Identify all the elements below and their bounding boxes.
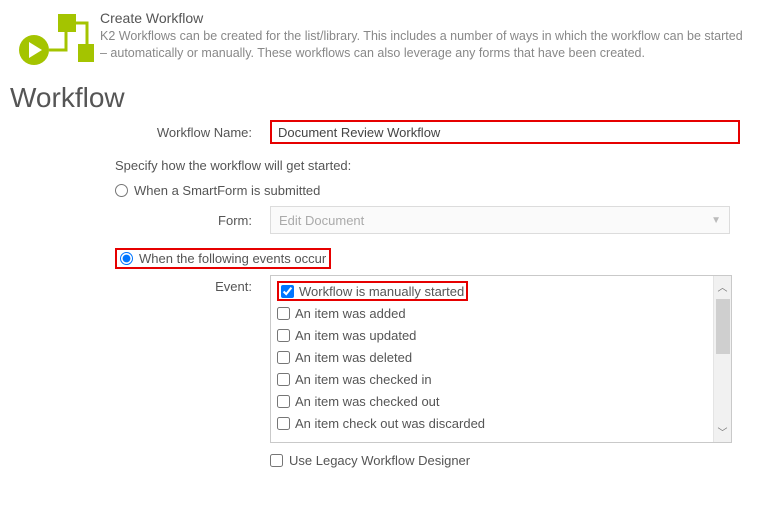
events-listbox: Workflow is manually started An item was … bbox=[270, 275, 732, 443]
specify-label: Specify how the workflow will get starte… bbox=[115, 158, 742, 173]
chevron-down-icon: ▼ bbox=[711, 215, 721, 226]
radio-smartform[interactable] bbox=[115, 184, 128, 197]
event-item-label: An item was checked in bbox=[295, 372, 432, 387]
radio-events-label: When the following events occur bbox=[139, 251, 326, 266]
event-item-label: An item check out was discarded bbox=[295, 416, 485, 431]
workflow-name-input[interactable] bbox=[270, 120, 740, 144]
form-dropdown-value: Edit Document bbox=[279, 213, 364, 228]
event-checkbox[interactable] bbox=[277, 395, 290, 408]
event-item-label: An item was updated bbox=[295, 328, 416, 343]
event-item[interactable]: An item was checked out bbox=[277, 390, 707, 412]
event-item-label: An item was deleted bbox=[295, 350, 412, 365]
workflow-name-label: Workflow Name: bbox=[115, 125, 270, 140]
event-item-label: An item was checked out bbox=[295, 394, 440, 409]
event-item[interactable]: An item was updated bbox=[277, 324, 707, 346]
scroll-down-icon[interactable]: ﹀ bbox=[718, 421, 728, 442]
event-checkbox[interactable] bbox=[277, 351, 290, 364]
legacy-row[interactable]: Use Legacy Workflow Designer bbox=[270, 453, 742, 468]
header: Create Workflow K2 Workflows can be crea… bbox=[0, 0, 762, 70]
form-dropdown[interactable]: Edit Document ▼ bbox=[270, 206, 730, 234]
event-checkbox[interactable] bbox=[277, 417, 290, 430]
event-item[interactable]: An item was checked in bbox=[277, 368, 707, 390]
event-item-label: Workflow is manually started bbox=[299, 284, 464, 299]
event-item-label: An item was added bbox=[295, 306, 406, 321]
event-checkbox[interactable] bbox=[277, 307, 290, 320]
workflow-icon bbox=[10, 8, 100, 70]
event-item[interactable]: Workflow is manually started bbox=[277, 280, 707, 302]
event-checkbox[interactable] bbox=[277, 329, 290, 342]
event-item[interactable]: An item was deleted bbox=[277, 346, 707, 368]
legacy-label: Use Legacy Workflow Designer bbox=[289, 453, 470, 468]
event-item[interactable]: An item check out was discarded bbox=[277, 412, 707, 434]
legacy-checkbox[interactable] bbox=[270, 454, 283, 467]
scroll-up-icon[interactable]: ︿ bbox=[718, 276, 728, 297]
scrollbar[interactable]: ︿ ﹀ bbox=[713, 276, 731, 442]
event-checkbox[interactable] bbox=[277, 373, 290, 386]
event-label: Event: bbox=[115, 275, 270, 294]
header-description: K2 Workflows can be created for the list… bbox=[100, 28, 752, 62]
section-title: Workflow bbox=[0, 70, 762, 120]
radio-events[interactable] bbox=[120, 252, 133, 265]
form-label: Form: bbox=[115, 213, 270, 228]
event-item[interactable]: An item was added bbox=[277, 302, 707, 324]
radio-smartform-row[interactable]: When a SmartForm is submitted bbox=[115, 183, 742, 198]
scroll-thumb[interactable] bbox=[716, 299, 730, 354]
radio-smartform-label: When a SmartForm is submitted bbox=[134, 183, 320, 198]
header-title: Create Workflow bbox=[100, 10, 752, 26]
event-checkbox[interactable] bbox=[281, 285, 294, 298]
radio-events-row[interactable]: When the following events occur bbox=[115, 248, 331, 269]
